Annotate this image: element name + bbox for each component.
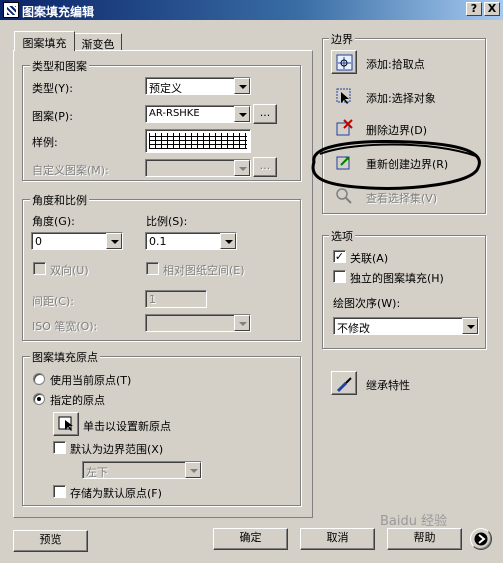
draw-order-select[interactable]: 不修改 xyxy=(333,317,479,335)
inherit-properties-label: 继承特性 xyxy=(366,379,410,392)
add-pick-points-label: 添加:拾取点 xyxy=(366,58,425,71)
store-default-checkbox[interactable] xyxy=(53,485,66,498)
more-options-button[interactable] xyxy=(470,528,492,550)
spacing-label: 间距(C): xyxy=(32,295,74,308)
pattern-label: 图案(P): xyxy=(32,110,73,123)
pattern-value: AR-RSHKE xyxy=(149,108,200,119)
help-title-button[interactable]: ? xyxy=(466,2,482,16)
chevron-down-icon xyxy=(185,462,201,478)
use-current-radio[interactable] xyxy=(33,373,45,385)
chevron-down-icon xyxy=(234,315,250,331)
help-button[interactable]: 帮助 xyxy=(387,528,462,550)
add-pick-points-button[interactable] xyxy=(331,50,357,74)
type-select[interactable]: 预定义 xyxy=(145,77,251,95)
angle-value: 0 xyxy=(35,235,42,248)
set-origin-label: 单击以设置新原点 xyxy=(83,420,171,433)
scale-label: 比例(S): xyxy=(146,215,188,228)
pick-points-icon xyxy=(336,54,353,71)
extent-position-value: 左下 xyxy=(86,466,108,479)
use-current-label: 使用当前原点(T) xyxy=(50,374,132,387)
ok-button[interactable]: 确定 xyxy=(213,528,288,550)
relative-paper-checkbox[interactable] xyxy=(146,262,159,275)
iso-label: ISO 笔宽(O): xyxy=(32,320,98,333)
pattern-browse-button[interactable]: ... xyxy=(253,104,277,124)
scale-select[interactable]: 0.1 xyxy=(145,232,237,250)
type-pattern-title: 类型和图案 xyxy=(30,58,89,74)
relative-paper-label: 相对图纸空间(E) xyxy=(163,264,245,277)
pattern-select[interactable]: AR-RSHKE xyxy=(145,105,251,123)
chevron-down-icon xyxy=(234,160,250,176)
brush-icon xyxy=(336,377,352,393)
tab-hatch-label: 图案填充 xyxy=(22,37,67,50)
separate-hatch-checkbox[interactable] xyxy=(333,270,346,283)
cancel-button[interactable]: 取消 xyxy=(300,528,375,550)
scale-value: 0.1 xyxy=(149,235,167,248)
title-bar: 图案填充编辑 ? X xyxy=(0,0,503,20)
add-select-objects-label: 添加:选择对象 xyxy=(366,92,436,105)
type-label: 类型(Y): xyxy=(32,82,74,95)
chevron-down-icon xyxy=(106,233,122,249)
chevron-down-icon xyxy=(234,106,250,122)
pattern-swatch[interactable] xyxy=(145,129,251,153)
chevron-right-icon xyxy=(474,532,488,546)
angle-label: 角度(G): xyxy=(32,215,75,228)
swatch-label: 样例: xyxy=(32,136,58,149)
angle-select[interactable]: 0 xyxy=(31,232,123,250)
tab-hatch[interactable]: 图案填充 xyxy=(14,31,75,51)
angle-scale-title: 角度和比例 xyxy=(30,192,89,208)
options-title: 选项 xyxy=(329,228,355,244)
default-extent-checkbox[interactable] xyxy=(53,441,66,454)
tab-gradient[interactable]: 渐变色 xyxy=(74,33,122,51)
custom-browse-button[interactable]: ... xyxy=(253,157,277,177)
draw-order-label: 绘图次序(W): xyxy=(333,297,401,310)
set-origin-button[interactable] xyxy=(53,412,79,436)
pick-point-icon xyxy=(58,416,73,431)
add-select-objects-button[interactable] xyxy=(331,84,357,108)
associative-checkbox[interactable]: ✓ xyxy=(333,250,346,263)
specified-origin-label: 指定的原点 xyxy=(50,394,105,407)
custom-pattern-label: 自定义图案(M): xyxy=(32,164,109,177)
separate-hatch-label: 独立的图案填充(H) xyxy=(350,272,444,285)
app-icon xyxy=(3,2,19,18)
close-button[interactable]: X xyxy=(484,2,500,16)
brick-pattern-icon xyxy=(149,133,247,149)
double-checkbox[interactable] xyxy=(33,262,46,275)
specified-origin-radio[interactable] xyxy=(33,393,45,405)
spacing-input[interactable]: 1 xyxy=(145,290,207,308)
watermark-text: Baidu 经验 xyxy=(380,514,448,529)
store-default-label: 存储为默认原点(F) xyxy=(70,487,162,500)
window-title: 图案填充编辑 xyxy=(22,5,95,19)
type-value: 预定义 xyxy=(149,82,182,95)
draw-order-value: 不修改 xyxy=(337,322,370,335)
chevron-down-icon xyxy=(234,78,250,94)
hatch-edit-dialog: { "window": {"title": "图案填充编辑", "help_bt… xyxy=(0,0,503,563)
boundary-title: 边界 xyxy=(329,31,355,47)
associative-label: 关联(A) xyxy=(350,252,389,265)
iso-select[interactable] xyxy=(145,314,251,332)
select-objects-icon xyxy=(336,88,351,104)
chevron-down-icon xyxy=(220,233,236,249)
custom-pattern-select[interactable] xyxy=(145,159,251,177)
annotation-circle xyxy=(311,140,481,190)
origin-title: 图案填充原点 xyxy=(30,349,100,365)
preview-button[interactable]: 预览 xyxy=(13,530,88,552)
extent-position-select[interactable]: 左下 xyxy=(82,461,202,479)
chevron-down-icon xyxy=(462,318,478,334)
default-extent-label: 默认为边界范围(X) xyxy=(70,443,164,456)
inherit-properties-button[interactable] xyxy=(331,371,357,395)
double-label: 双向(U) xyxy=(50,264,89,277)
spacing-value: 1 xyxy=(149,293,156,306)
